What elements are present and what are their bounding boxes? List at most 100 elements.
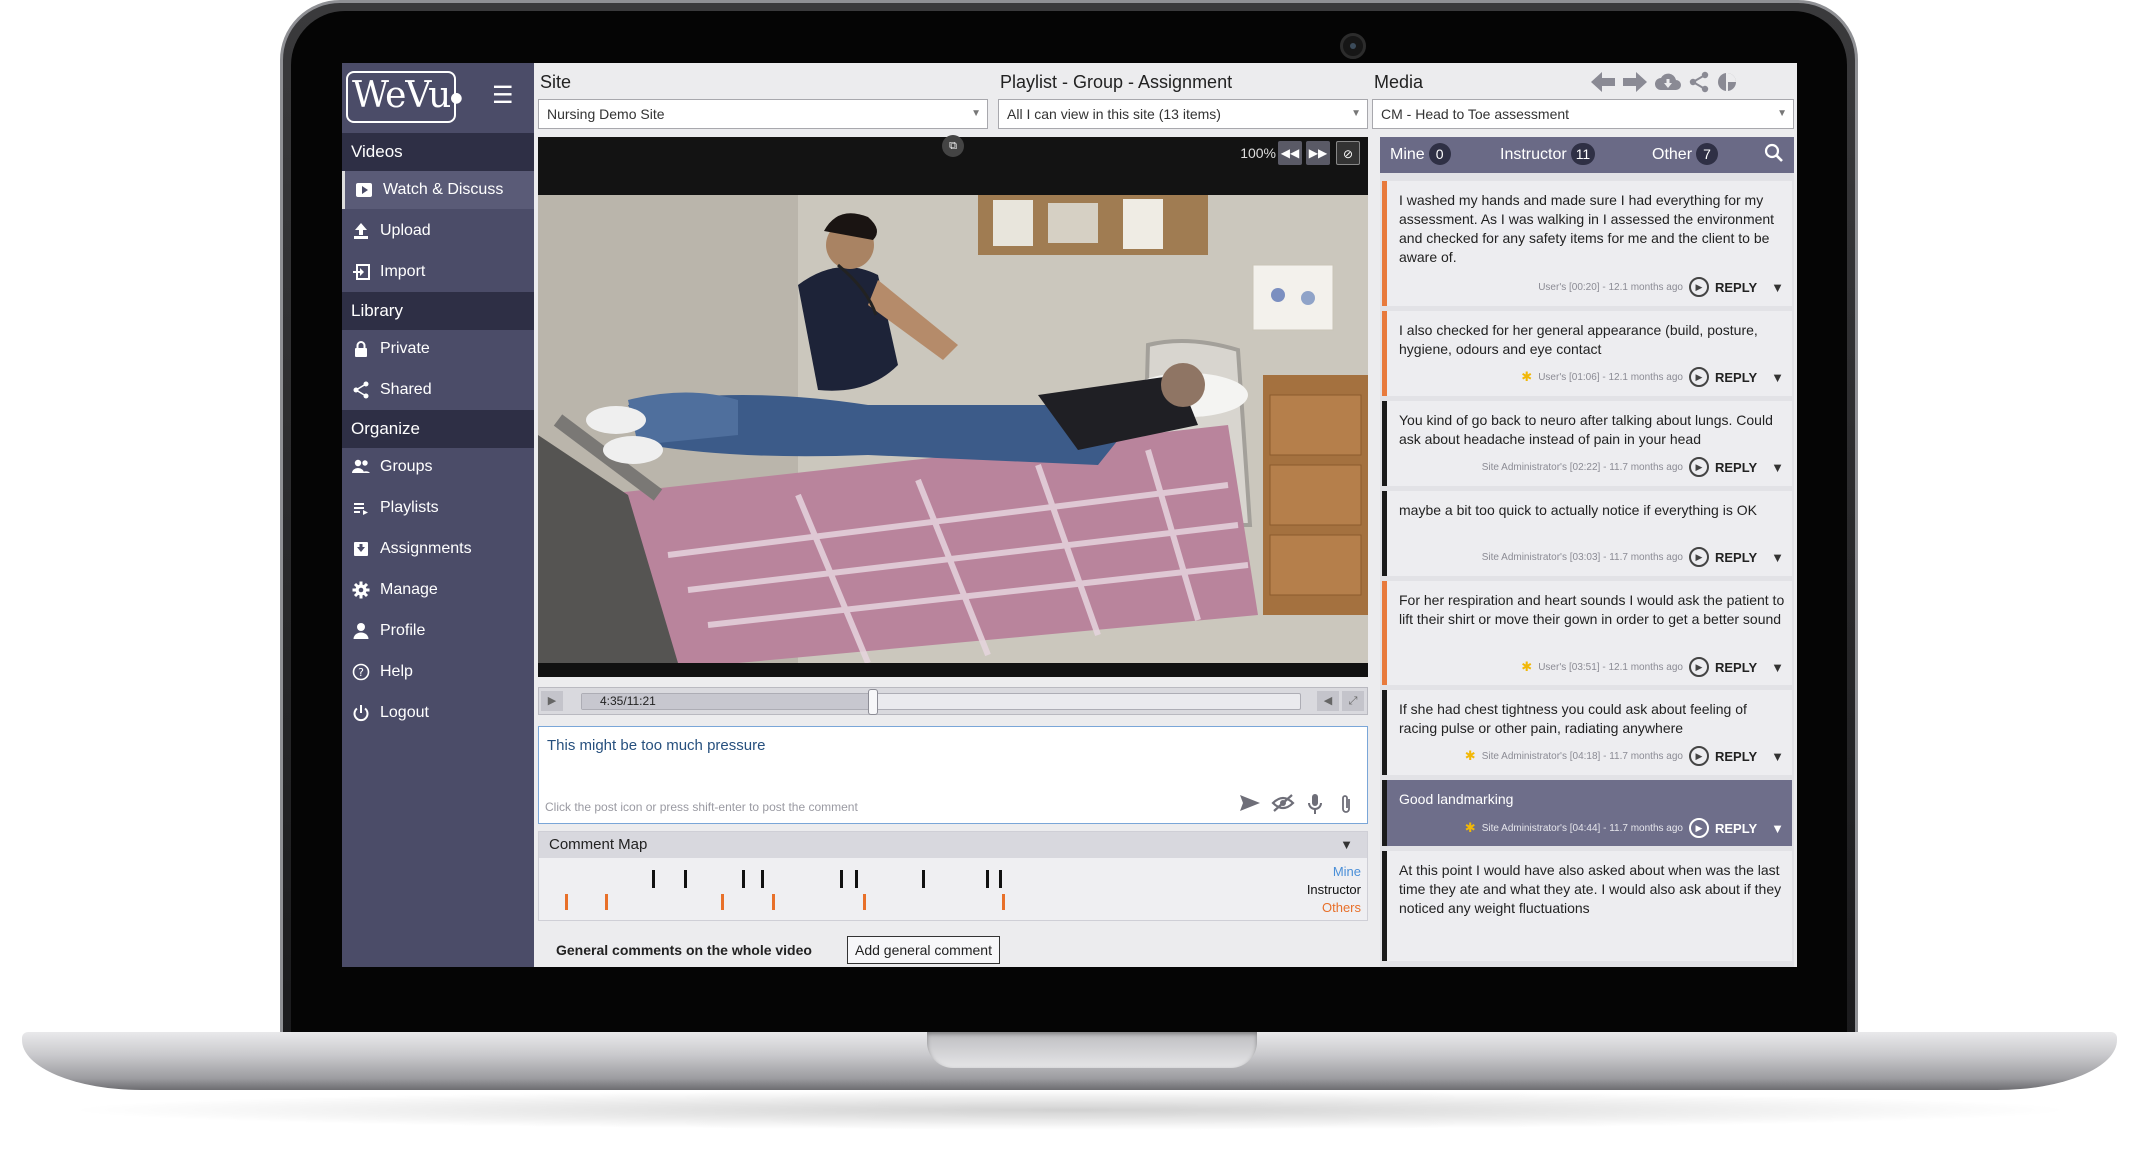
chevron-down-icon[interactable]: ▼: [1771, 660, 1784, 675]
sidebar-item-logout[interactable]: Logout: [342, 694, 534, 732]
site-select[interactable]: Nursing Demo Site ▼: [538, 99, 988, 129]
instructor-comment-mark[interactable]: [761, 870, 765, 888]
reply-button[interactable]: REPLY: [1715, 370, 1757, 385]
comment-card[interactable]: At this point I would have also asked ab…: [1382, 851, 1792, 961]
microphone-icon[interactable]: [1307, 793, 1323, 820]
sidebar-item-profile[interactable]: Profile: [342, 612, 534, 650]
other-comment-mark[interactable]: [720, 894, 724, 910]
play-icon[interactable]: ▶: [1688, 746, 1709, 766]
tab-instructor[interactable]: Instructor 11: [1500, 137, 1596, 173]
instructor-comment-mark[interactable]: [839, 870, 843, 888]
comment-timestamp[interactable]: User's [00:20] - 12.1 months ago: [1538, 282, 1683, 293]
comment-timestamp[interactable]: Site Administrator's [03:03] - 11.7 mont…: [1482, 552, 1683, 563]
seek-bar[interactable]: 4:35/11:21: [581, 689, 1301, 715]
sidebar-item-assignments[interactable]: Assignments: [342, 530, 534, 568]
instructor-comment-mark[interactable]: [985, 870, 989, 888]
comment-timestamp[interactable]: Site Administrator's [02:22] - 11.7 mont…: [1482, 462, 1683, 473]
sidebar-item-upload[interactable]: Upload: [342, 212, 534, 250]
video-player[interactable]: ⧉ 100% ◀◀ ▶▶ ⊘: [538, 135, 1368, 677]
send-icon[interactable]: [1239, 793, 1261, 818]
play-icon[interactable]: ▶: [1688, 657, 1709, 677]
no-annotation-icon[interactable]: ⊘: [1336, 141, 1360, 165]
comment-card-selected[interactable]: Good landmarking ✱ Site Administrator's …: [1382, 780, 1792, 846]
comment-composer[interactable]: This might be too much pressure Click th…: [538, 726, 1368, 824]
play-icon[interactable]: ▶: [1688, 277, 1709, 297]
other-comment-mark[interactable]: [771, 894, 775, 910]
laptop-shadow: [60, 1090, 2080, 1130]
comment-timestamp[interactable]: User's [01:06] - 12.1 months ago: [1538, 372, 1683, 383]
comment-card[interactable]: maybe a bit too quick to actually notice…: [1382, 491, 1792, 576]
sidebar-item-label: Watch & Discuss: [383, 181, 504, 198]
play-icon[interactable]: ▶: [541, 691, 563, 711]
play-icon[interactable]: ▶: [1688, 818, 1709, 838]
comment-input[interactable]: This might be too much pressure: [547, 737, 765, 754]
comment-card[interactable]: I washed my hands and made sure I had ev…: [1382, 181, 1792, 306]
sidebar-item-watch-discuss[interactable]: Watch & Discuss: [342, 171, 534, 209]
comment-card[interactable]: For her respiration and heart sounds I w…: [1382, 581, 1792, 685]
instructor-comment-mark[interactable]: [999, 870, 1003, 888]
chevron-down-icon[interactable]: ▼: [1771, 550, 1784, 565]
share-icon[interactable]: [1688, 71, 1710, 99]
volume-icon[interactable]: ◀: [1317, 691, 1339, 711]
sidebar-item-manage[interactable]: Manage: [342, 571, 534, 609]
media-select[interactable]: CM - Head to Toe assessment ▼: [1372, 99, 1794, 129]
comment-timestamp[interactable]: User's [03:51] - 12.1 months ago: [1538, 662, 1683, 673]
chevron-down-icon[interactable]: ▼: [1771, 821, 1784, 836]
reply-button[interactable]: REPLY: [1715, 749, 1757, 764]
sidebar-item-shared[interactable]: Shared: [342, 371, 534, 409]
chevron-down-icon[interactable]: ▼: [1771, 370, 1784, 385]
sidebar-item-import[interactable]: Import: [342, 253, 534, 291]
arrow-right-icon[interactable]: [1622, 71, 1648, 99]
instructor-comment-mark[interactable]: [854, 870, 858, 888]
chevron-down-icon[interactable]: ▼: [1771, 749, 1784, 764]
rewind-icon[interactable]: ◀◀: [1278, 141, 1302, 165]
add-general-comment-button[interactable]: Add general comment: [847, 936, 1000, 964]
fast-forward-icon[interactable]: ▶▶: [1306, 141, 1330, 165]
play-icon[interactable]: ▶: [1688, 457, 1709, 477]
comment-timestamp[interactable]: Site Administrator's [04:44] - 11.7 mont…: [1482, 823, 1683, 834]
cloud-download-icon[interactable]: [1654, 71, 1682, 99]
play-icon[interactable]: ▶: [1688, 367, 1709, 387]
private-eye-icon[interactable]: [1271, 793, 1295, 818]
other-comment-mark[interactable]: [862, 894, 866, 910]
pie-chart-icon[interactable]: [1716, 71, 1738, 99]
reply-button[interactable]: REPLY: [1715, 280, 1757, 295]
tab-other[interactable]: Other 7: [1652, 137, 1719, 173]
other-comment-mark[interactable]: [1001, 894, 1005, 910]
tab-mine[interactable]: Mine 0: [1390, 137, 1451, 173]
fullscreen-icon[interactable]: ⤢: [1342, 691, 1364, 711]
playlist-select[interactable]: All I can view in this site (13 items) ▼: [998, 99, 1368, 129]
reply-button[interactable]: REPLY: [1715, 460, 1757, 475]
sidebar-item-private[interactable]: Private: [342, 330, 534, 368]
hamburger-icon[interactable]: ☰: [492, 81, 514, 110]
chevron-down-icon[interactable]: ▼: [1771, 460, 1784, 475]
comment-card[interactable]: I also checked for her general appearanc…: [1382, 311, 1792, 396]
comment-card[interactable]: If she had chest tightness you could ask…: [1382, 690, 1792, 775]
instructor-comment-mark[interactable]: [922, 870, 926, 888]
reply-button[interactable]: REPLY: [1715, 821, 1757, 836]
sidebar-item-groups[interactable]: Groups: [342, 448, 534, 486]
other-comment-mark[interactable]: [604, 894, 608, 910]
arrow-left-icon[interactable]: [1590, 71, 1616, 99]
sidebar-item-help[interactable]: ? Help: [342, 653, 534, 691]
seek-handle[interactable]: [867, 689, 878, 715]
comment-card[interactable]: You kind of go back to neuro after talki…: [1382, 401, 1792, 486]
reply-button[interactable]: REPLY: [1715, 550, 1757, 565]
reply-button[interactable]: REPLY: [1715, 660, 1757, 675]
caret-down-icon: ▼: [1777, 108, 1787, 119]
play-icon[interactable]: ▶: [1688, 547, 1709, 567]
comment-timestamp[interactable]: Site Administrator's [04:18] - 11.7 mont…: [1482, 751, 1683, 762]
sidebar-item-playlists[interactable]: Playlists: [342, 489, 534, 527]
instructor-comment-mark[interactable]: [652, 870, 656, 888]
popout-icon[interactable]: ⧉: [942, 135, 964, 157]
other-comment-mark[interactable]: [564, 894, 568, 910]
wevu-logo[interactable]: WeVu●: [346, 71, 463, 123]
chevron-down-icon[interactable]: ▼: [1771, 280, 1784, 295]
chevron-down-icon[interactable]: ▼: [1340, 832, 1353, 858]
instructor-comment-mark[interactable]: [742, 870, 746, 888]
paperclip-icon[interactable]: [1339, 793, 1353, 820]
instructor-comment-mark[interactable]: [684, 870, 688, 888]
caret-down-icon: ▼: [971, 108, 981, 119]
comment-map-header[interactable]: Comment Map ▼: [539, 832, 1367, 858]
search-icon[interactable]: [1764, 143, 1784, 169]
